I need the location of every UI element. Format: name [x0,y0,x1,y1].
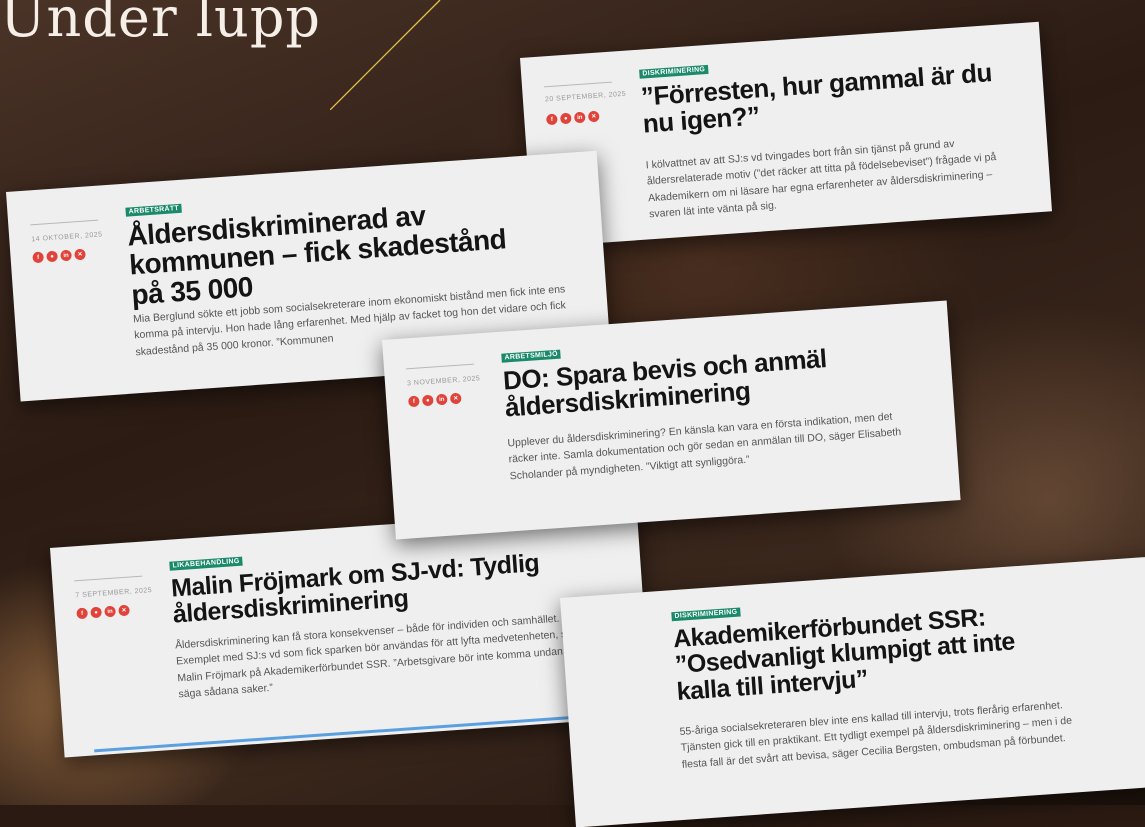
x-icon[interactable]: ✕ [449,392,462,405]
share-buttons: f ● in ✕ [76,604,130,620]
article-date: 14 OKTOBER, 2025 [31,231,103,244]
x-icon[interactable]: ✕ [587,110,600,123]
facebook-icon[interactable]: f [545,113,558,126]
linkedin-icon[interactable]: in [60,249,72,262]
linkedin-icon[interactable]: in [435,393,448,406]
messenger-icon[interactable]: ● [46,250,58,263]
article-card[interactable]: DISKRIMINERING Akademikerförbundet SSR: … [560,556,1145,827]
article-excerpt: Upplever du åldersdiskriminering? En kän… [507,410,902,482]
category-tag[interactable]: LIKABEHANDLING [169,556,243,571]
divider [74,575,143,582]
category-tag[interactable]: ARBETSRÄTT [125,203,183,217]
facebook-icon[interactable]: f [32,251,45,264]
x-icon[interactable]: ✕ [74,248,86,261]
category-tag[interactable]: ARBETSMILJÖ [501,349,562,363]
category-tag[interactable]: DISKRIMINERING [671,607,741,622]
facebook-icon[interactable]: f [76,607,89,620]
linkedin-icon[interactable]: in [104,605,116,618]
linkedin-icon[interactable]: in [573,111,586,124]
article-title[interactable]: DO: Spara bevis och anmäl åldersdiskrimi… [502,338,925,423]
article-date: 3 NOVEMBER, 2025 [406,375,481,388]
page-heading: Under lupp [0,0,321,49]
messenger-icon[interactable]: ● [421,394,434,407]
article-date: 7 SEPTEMBER, 2025 [75,586,153,600]
divider [30,219,99,226]
messenger-icon[interactable]: ● [90,606,102,619]
divider [544,81,612,88]
article-card[interactable]: 7 SEPTEMBER, 2025 f ● in ✕ LIKABEHANDLIN… [50,506,652,758]
messenger-icon[interactable]: ● [559,112,572,125]
share-buttons: f ● in ✕ [32,248,86,264]
article-card[interactable]: 3 NOVEMBER, 2025 f ● in ✕ ARBETSMILJÖ DO… [382,300,961,540]
accent-line [330,0,441,110]
article-excerpt: 55-åriga socialsekreteraren blev inte en… [679,699,1073,771]
share-buttons: f ● in ✕ [545,110,600,126]
article-date: 20 SEPTEMBER, 2025 [544,90,627,104]
share-buttons: f ● in ✕ [407,392,462,408]
x-icon[interactable]: ✕ [118,604,130,617]
article-excerpt: I kölvattnet av att SJ:s vd tvingades bo… [645,137,997,221]
facebook-icon[interactable]: f [407,395,420,408]
divider [406,363,474,370]
